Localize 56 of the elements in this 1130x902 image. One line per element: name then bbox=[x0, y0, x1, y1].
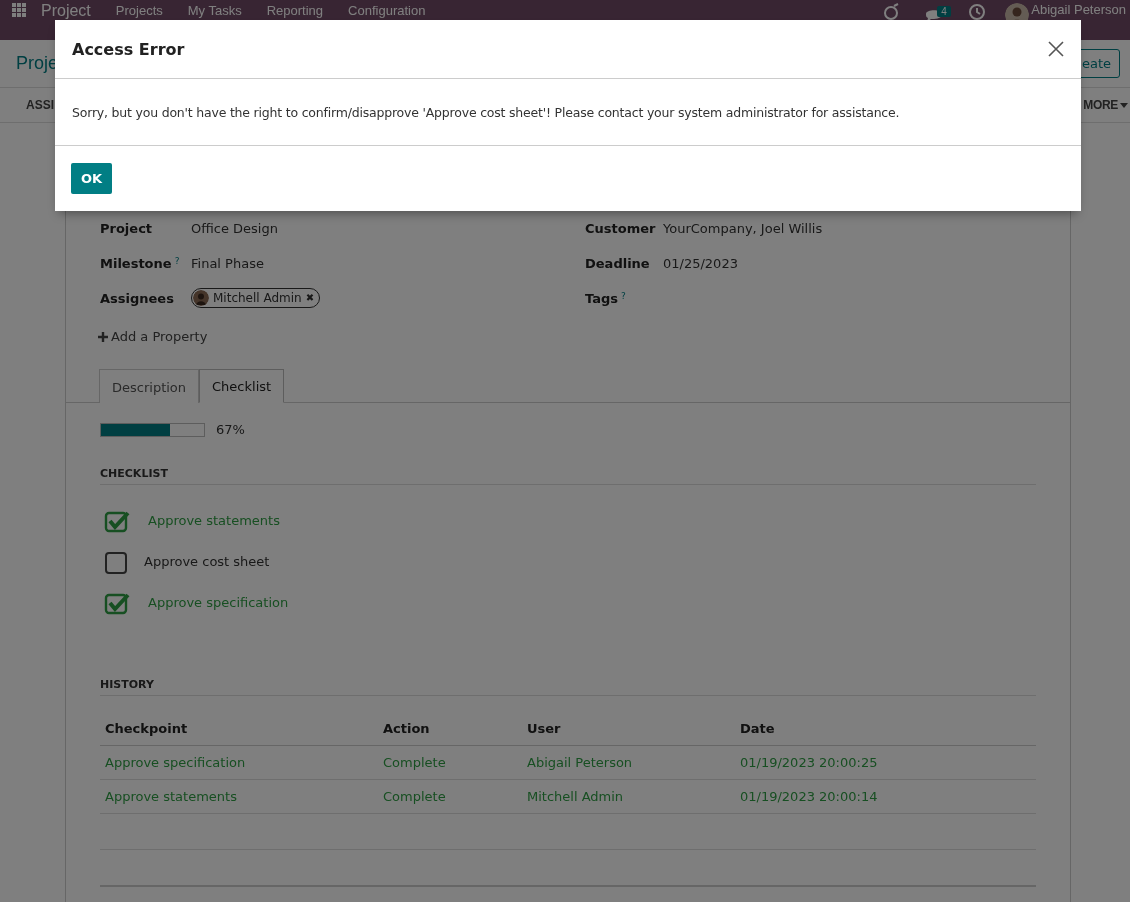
field-value[interactable]: YourCompany, Joel Willis bbox=[663, 220, 823, 236]
field-label: Deadline bbox=[585, 255, 650, 271]
field-value[interactable]: Office Design bbox=[191, 220, 278, 236]
table-cell: Mitchell Admin bbox=[522, 779, 735, 814]
add-property-link[interactable]: Add a Property bbox=[111, 329, 208, 344]
column-header[interactable]: Action bbox=[378, 712, 522, 746]
column-header[interactable]: Checkpoint bbox=[100, 712, 378, 746]
activity-icon[interactable] bbox=[882, 3, 901, 21]
progress-reading: 67% bbox=[216, 422, 245, 437]
breadcrumb[interactable]: Proje bbox=[16, 53, 59, 74]
apps-menu-icon[interactable] bbox=[12, 3, 26, 17]
field-value[interactable]: 01/25/2023 bbox=[663, 255, 738, 271]
menu-item[interactable]: Reporting bbox=[266, 3, 324, 18]
avatar-icon bbox=[193, 289, 209, 306]
help-mark[interactable]: ? bbox=[174, 255, 180, 266]
field-value[interactable]: Final Phase bbox=[191, 255, 264, 271]
tag-label: Mitchell Admin bbox=[213, 290, 302, 305]
field-label: Milestone bbox=[100, 255, 172, 271]
section-heading: CHECKLIST bbox=[100, 467, 1036, 485]
section-heading: HISTORY bbox=[100, 678, 1036, 696]
menu-item[interactable]: Projects bbox=[115, 3, 163, 18]
checklist-item-label[interactable]: Approve specification bbox=[148, 595, 289, 610]
field-label: Tags bbox=[585, 290, 618, 306]
clock-icon[interactable] bbox=[968, 3, 987, 21]
user-name[interactable]: Abigail Peterson bbox=[1031, 2, 1126, 17]
more-button[interactable]: MORE bbox=[1083, 98, 1118, 112]
tab[interactable]: Checklist bbox=[199, 369, 285, 403]
table-cell: 01/19/2023 20:00:25 bbox=[735, 745, 1036, 780]
count-badge: 4 bbox=[937, 6, 951, 17]
table-cell: Approve specification bbox=[100, 745, 378, 780]
checklist-item-label[interactable]: Approve cost sheet bbox=[144, 554, 270, 569]
stage-button[interactable]: ASSI bbox=[26, 98, 54, 112]
checkbox[interactable] bbox=[104, 549, 130, 574]
plus-icon bbox=[98, 331, 108, 342]
remove-icon[interactable]: ✖ bbox=[305, 292, 315, 303]
table-cell: Complete bbox=[378, 779, 522, 814]
help-mark[interactable]: ? bbox=[621, 290, 626, 301]
app-title[interactable]: Project bbox=[41, 2, 91, 19]
tab[interactable]: Description bbox=[99, 369, 200, 403]
table-cell: Complete bbox=[378, 745, 522, 780]
caret-icon bbox=[1120, 102, 1128, 108]
table-cell: Approve statements bbox=[100, 779, 378, 814]
field-label: Assignees bbox=[100, 290, 174, 306]
menu-item[interactable]: My Tasks bbox=[187, 3, 242, 18]
column-header[interactable]: User bbox=[522, 712, 735, 746]
checklist-item-label[interactable]: Approve statements bbox=[148, 513, 280, 528]
ok-button[interactable]: OK bbox=[71, 163, 113, 194]
field-label: Customer bbox=[585, 220, 656, 236]
table-cell: Abigail Peterson bbox=[522, 745, 735, 780]
dialog-title: Access Error bbox=[72, 39, 185, 59]
table-cell: 01/19/2023 20:00:14 bbox=[735, 779, 1036, 814]
column-header[interactable]: Date bbox=[735, 712, 1036, 746]
error-message: Sorry, but you don't have the right to confirm/disapprove 'Approve cost sheet'! Please contact your system administrator for assistance. bbox=[72, 104, 900, 120]
menu-item[interactable]: Configuration bbox=[348, 3, 426, 18]
close-icon[interactable] bbox=[1048, 41, 1064, 57]
field-label: Project bbox=[100, 220, 153, 236]
